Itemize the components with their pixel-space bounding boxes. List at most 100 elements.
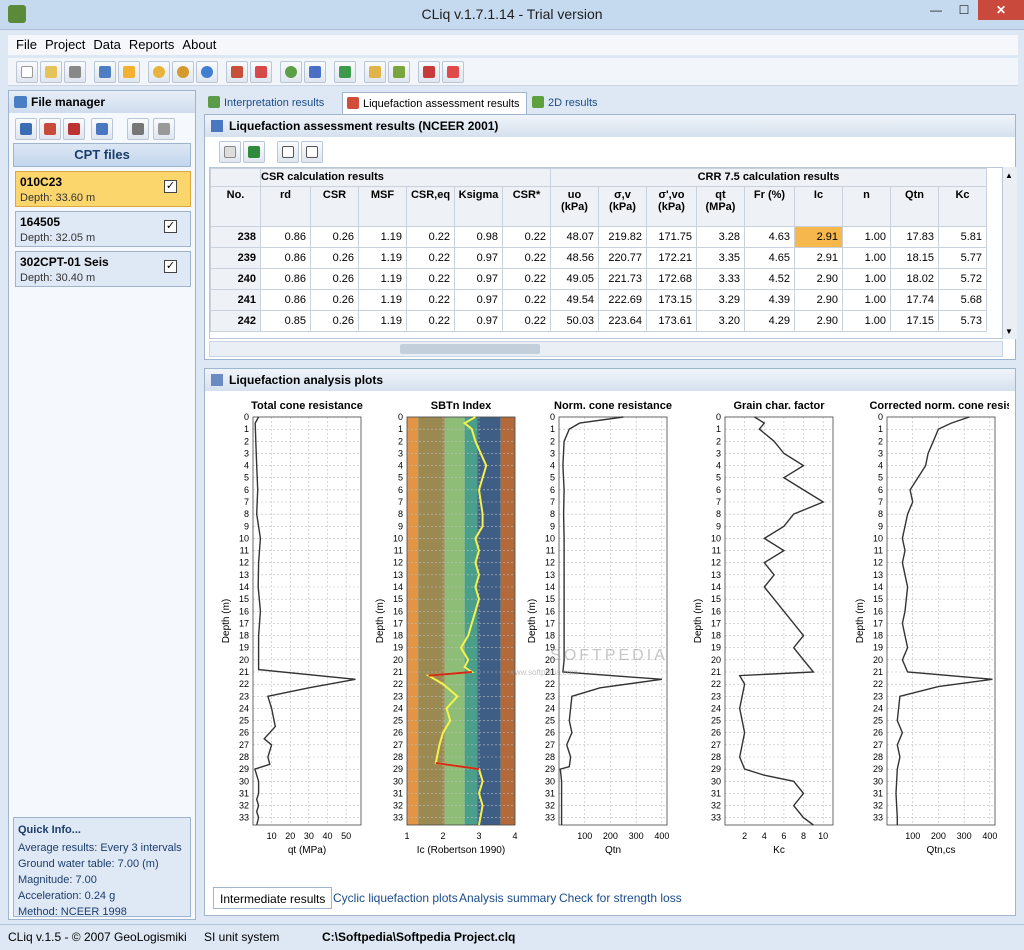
table-cell[interactable]: 1.00 [842,289,891,311]
table-cell[interactable]: 1.19 [358,247,407,269]
table-cell[interactable]: 1.00 [842,226,891,248]
table-cell[interactable]: 3.33 [696,268,745,290]
table-row[interactable]: 238 0.86 0.26 1.19 0.22 0.98 0.22 48.07 219.82 17… [210,226,987,248]
table-cell[interactable]: 0.22 [502,226,551,248]
table-cell[interactable]: 0.85 [260,310,311,332]
print-icon[interactable] [64,61,86,83]
cpt-file-item[interactable]: 010C23 Depth: 33.60 m ✓ [15,171,191,207]
table-cell[interactable]: 221.73 [598,268,647,290]
table-cell[interactable]: 17.15 [890,310,939,332]
link-icon[interactable] [172,61,194,83]
table-cell[interactable]: 0.22 [502,310,551,332]
menu-project[interactable]: Project [45,35,85,55]
table-cell[interactable]: 172.21 [646,247,697,269]
column-header[interactable]: Kc [938,186,987,227]
menu-data[interactable]: Data [93,35,120,55]
export-icon[interactable] [388,61,410,83]
decrease-decimals-icon[interactable] [301,141,323,163]
table-cell[interactable]: 48.56 [550,247,599,269]
table-row[interactable]: 242 0.85 0.26 1.19 0.22 0.97 0.22 50.03 223.64 17… [210,310,987,332]
minimize-button[interactable]: — [922,0,950,20]
column-header[interactable]: n [842,186,891,227]
table-cell[interactable]: 0.22 [406,247,455,269]
table-row[interactable]: 239 0.86 0.26 1.19 0.22 0.97 0.22 48.56 220.77 17… [210,247,987,269]
table-cell[interactable]: 220.77 [598,247,647,269]
close-button[interactable]: ✕ [978,0,1024,20]
calculator-icon[interactable] [127,118,149,140]
draw-icon[interactable] [250,61,272,83]
table-cell[interactable]: 1.00 [842,310,891,332]
table-cell[interactable]: 2.91 [794,247,843,269]
column-header[interactable]: σ,v (kPa) [598,186,647,227]
table-cell[interactable]: 0.22 [406,310,455,332]
tab-2d-results[interactable]: 2D results [528,92,604,114]
scroll-down-icon[interactable]: ▼ [1005,327,1013,336]
table-cell[interactable]: 3.29 [696,289,745,311]
excel-icon[interactable] [243,141,265,163]
maximize-button[interactable]: ☐ [950,0,978,20]
table-cell[interactable]: 0.86 [260,268,311,290]
table-cell[interactable]: 4.52 [744,268,795,290]
lightning-icon[interactable] [118,61,140,83]
table-cell[interactable]: 49.05 [550,268,599,290]
table-cell[interactable]: 48.07 [550,226,599,248]
row-number-cell[interactable]: 240 [210,268,261,290]
table-cell[interactable]: 1.00 [842,268,891,290]
scroll-up-icon[interactable]: ▲ [1005,171,1013,180]
table-cell[interactable]: 1.19 [358,226,407,248]
table-cell[interactable]: 0.97 [454,289,503,311]
row-number-cell[interactable]: 242 [210,310,261,332]
table-vertical-scrollbar[interactable]: ▲ ▼ [1003,167,1017,339]
table-cell[interactable]: 0.22 [502,247,551,269]
increase-decimals-icon[interactable] [277,141,299,163]
cpt-file-item[interactable]: 164505 Depth: 32.05 m ✓ [15,211,191,247]
globe-icon[interactable] [280,61,302,83]
table-row[interactable]: 241 0.86 0.26 1.19 0.22 0.97 0.22 49.54 222.69 17… [210,289,987,311]
table-cell[interactable]: 3.20 [696,310,745,332]
list-icon[interactable] [153,118,175,140]
table-cell[interactable]: 0.86 [260,289,311,311]
scrollbar-thumb[interactable] [400,344,540,354]
row-number-cell[interactable]: 241 [210,289,261,311]
table-cell[interactable]: 0.26 [310,289,359,311]
menu-reports[interactable]: Reports [129,35,175,55]
remove-cpt-icon[interactable] [39,118,61,140]
table-cell[interactable]: 1.19 [358,268,407,290]
table-cell[interactable]: 219.82 [598,226,647,248]
table-cell[interactable]: 18.15 [890,247,939,269]
tab-cyclic-liquefaction[interactable]: Cyclic liquefaction plots [327,887,464,909]
cpt-icon[interactable] [418,61,440,83]
table-cell[interactable]: 4.65 [744,247,795,269]
table-cell[interactable]: 0.26 [310,310,359,332]
tab-intermediate-results[interactable]: Intermediate results [213,887,333,909]
table-cell[interactable]: 18.02 [890,268,939,290]
table-row[interactable]: 240 0.86 0.26 1.19 0.22 0.97 0.22 49.05 221.73 17… [210,268,987,290]
column-header[interactable]: σ',vo (kPa) [646,186,697,227]
table-cell[interactable]: 0.22 [406,268,455,290]
table-cell[interactable]: 49.54 [550,289,599,311]
table-cell[interactable]: 172.68 [646,268,697,290]
edit-icon[interactable] [226,61,248,83]
table-cell[interactable]: 0.97 [454,310,503,332]
table-cell[interactable]: 0.22 [406,226,455,248]
column-header[interactable]: Fr (%) [744,186,795,227]
table-cell[interactable]: 1.19 [358,289,407,311]
tab-liquefaction-assessment[interactable]: Liquefaction assessment results [342,92,527,114]
row-number-cell[interactable]: 239 [210,247,261,269]
table-cell[interactable]: 2.90 [794,268,843,290]
open-icon[interactable] [40,61,62,83]
delete-cpt-icon[interactable] [63,118,85,140]
cpt-file-checkbox[interactable]: ✓ [164,180,177,193]
add-cpt-icon[interactable] [15,118,37,140]
table-cell[interactable]: 5.77 [938,247,987,269]
signal-icon[interactable] [442,61,464,83]
tab-analysis-summary[interactable]: Analysis summary [453,887,562,909]
copy-icon[interactable] [219,141,241,163]
cpt-file-checkbox[interactable]: ✓ [164,220,177,233]
table-cell[interactable]: 173.15 [646,289,697,311]
table-cell[interactable]: 5.68 [938,289,987,311]
column-header[interactable]: Ic [794,186,843,227]
column-header[interactable]: CSR* [502,186,551,227]
table-cell[interactable]: 4.29 [744,310,795,332]
table-cell[interactable]: 173.61 [646,310,697,332]
